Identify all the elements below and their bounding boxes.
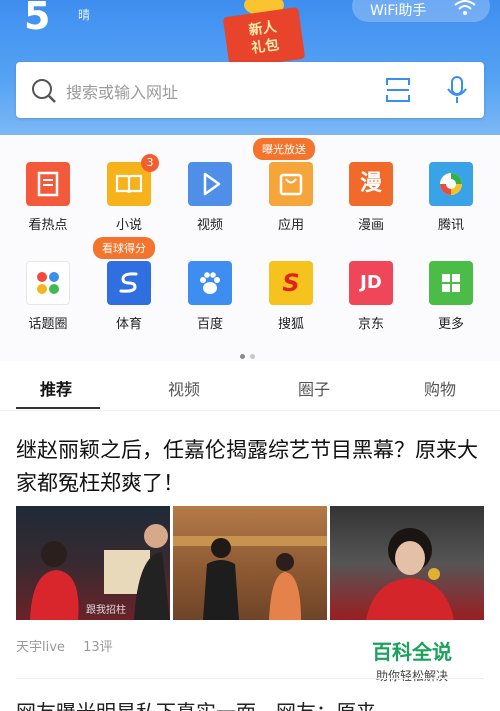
shortcut-video[interactable]: 视频 — [170, 162, 250, 233]
tile — [188, 162, 232, 206]
article-image-3[interactable] — [330, 506, 484, 620]
article-image-2[interactable] — [173, 506, 327, 620]
sports-icon — [119, 272, 138, 293]
promo-bubble: 曝光放送 — [253, 138, 315, 160]
new-user-gift-badge[interactable]: 新人 礼包 — [222, 0, 306, 70]
shortcut-label: 搜狐 — [277, 317, 304, 332]
article-title[interactable]: 继赵丽颖之后，任嘉伦揭露综艺节目黑幕？原来大家都冤枉郑爽了！ — [16, 434, 486, 500]
shortcut-jd[interactable]: JD 京东 — [331, 261, 411, 332]
top-header: 5 晴 新人 礼包 WiFi助手 搜索或输入网址 — [0, 0, 500, 135]
shortcut-sohu[interactable]: S 搜狐 — [251, 261, 331, 332]
search-icon — [32, 79, 56, 103]
shortcut-topic-circle[interactable]: 话题圈 — [8, 261, 88, 332]
tab-recommend[interactable]: 推荐 — [40, 376, 72, 400]
wifi-icon — [454, 0, 476, 15]
page-dot — [250, 354, 255, 359]
temperature: 5 — [24, 0, 51, 38]
shortcut-novel[interactable]: 3 小说 — [89, 154, 169, 233]
next-article-title[interactable]: 网友曝光明星私下真实一面，网友：原来 — [16, 696, 376, 711]
shortcut-label: 百度 — [196, 317, 223, 332]
shortcut-label: 看热点 — [28, 218, 68, 233]
shortcut-more[interactable]: 更多 — [411, 261, 491, 332]
shortcut-label: 漫画 — [357, 218, 384, 233]
watermark-title: 百科全说 — [372, 640, 452, 664]
tencent-icon — [440, 173, 462, 195]
shortcut-label: 话题圈 — [28, 317, 68, 332]
sohu-icon: S — [269, 261, 313, 305]
count-badge: 3 — [141, 154, 159, 172]
article-meta: 天宇live 13评 — [16, 636, 127, 655]
shortcut-label: 应用 — [277, 218, 304, 233]
tile — [429, 162, 473, 206]
bag-icon — [279, 173, 303, 196]
weather-text: 晴 — [78, 8, 91, 22]
article-source[interactable]: 天宇live — [16, 640, 65, 655]
tab-video[interactable]: 视频 — [168, 376, 200, 400]
jd-icon: JD — [349, 261, 393, 305]
tab-circle[interactable]: 圈子 — [298, 376, 330, 400]
search-bar[interactable]: 搜索或输入网址 — [16, 62, 484, 118]
more-grid-icon — [442, 274, 460, 292]
shortcut-label: 视频 — [196, 218, 223, 233]
tile — [26, 261, 70, 305]
shortcut-label: 体育 — [115, 317, 142, 332]
shortcut-sports[interactable]: 看球得分 体育 — [89, 237, 169, 332]
shortcut-comics[interactable]: 漫 漫画 — [331, 162, 411, 233]
promo-bubble: 看球得分 — [93, 237, 155, 259]
scan-icon[interactable] — [384, 76, 412, 104]
image-figures — [173, 536, 327, 620]
tile: 3 — [107, 154, 159, 206]
shortcut-label: 小说 — [115, 218, 142, 233]
play-icon — [203, 172, 221, 196]
divider — [16, 678, 484, 679]
image-figures — [366, 528, 454, 620]
wifi-assistant-button[interactable]: WiFi助手 — [352, 0, 490, 22]
shortcut-tencent[interactable]: 腾讯 — [411, 162, 491, 233]
comic-icon: 漫 — [349, 162, 393, 206]
paw-icon — [200, 272, 220, 294]
image-caption: 跟我招柱 — [86, 605, 126, 616]
watermark: 百科全说 助你轻松解决 — [364, 636, 460, 684]
shortcut-hot-news[interactable]: 看热点 — [8, 162, 88, 233]
microphone-icon[interactable] — [444, 75, 470, 105]
gift-box: 新人 礼包 — [222, 6, 306, 70]
feed-tabs: 推荐 视频 圈子 购物 — [0, 364, 500, 411]
active-tab-indicator — [16, 407, 100, 409]
topic-icon — [37, 272, 59, 294]
tile — [107, 261, 151, 305]
page-dot-active — [240, 354, 245, 359]
tile — [26, 162, 70, 206]
watermark-subtitle: 助你轻松解决 — [375, 669, 448, 683]
tile — [269, 162, 313, 206]
article-image-1[interactable]: 跟我招柱 — [16, 506, 170, 620]
search-input[interactable]: 搜索或输入网址 — [66, 79, 178, 103]
shortcut-label: 更多 — [437, 317, 464, 332]
news-icon — [37, 171, 59, 197]
page-indicator — [240, 344, 260, 363]
shortcut-label: 京东 — [357, 317, 384, 332]
comment-count[interactable]: 13评 — [83, 640, 113, 655]
wifi-label: WiFi助手 — [370, 3, 427, 19]
shortcut-apps[interactable]: 曝光放送 应用 — [251, 138, 331, 233]
tab-shopping[interactable]: 购物 — [424, 376, 456, 400]
shortcut-grid: 看热点 3 小说 视频 曝光放送 应用 漫 漫画 腾讯 话题圈 看球得分 体育 … — [0, 135, 500, 361]
tile — [188, 261, 232, 305]
shortcut-label: 腾讯 — [437, 218, 464, 233]
tile — [429, 261, 473, 305]
shortcut-baidu[interactable]: 百度 — [170, 261, 250, 332]
